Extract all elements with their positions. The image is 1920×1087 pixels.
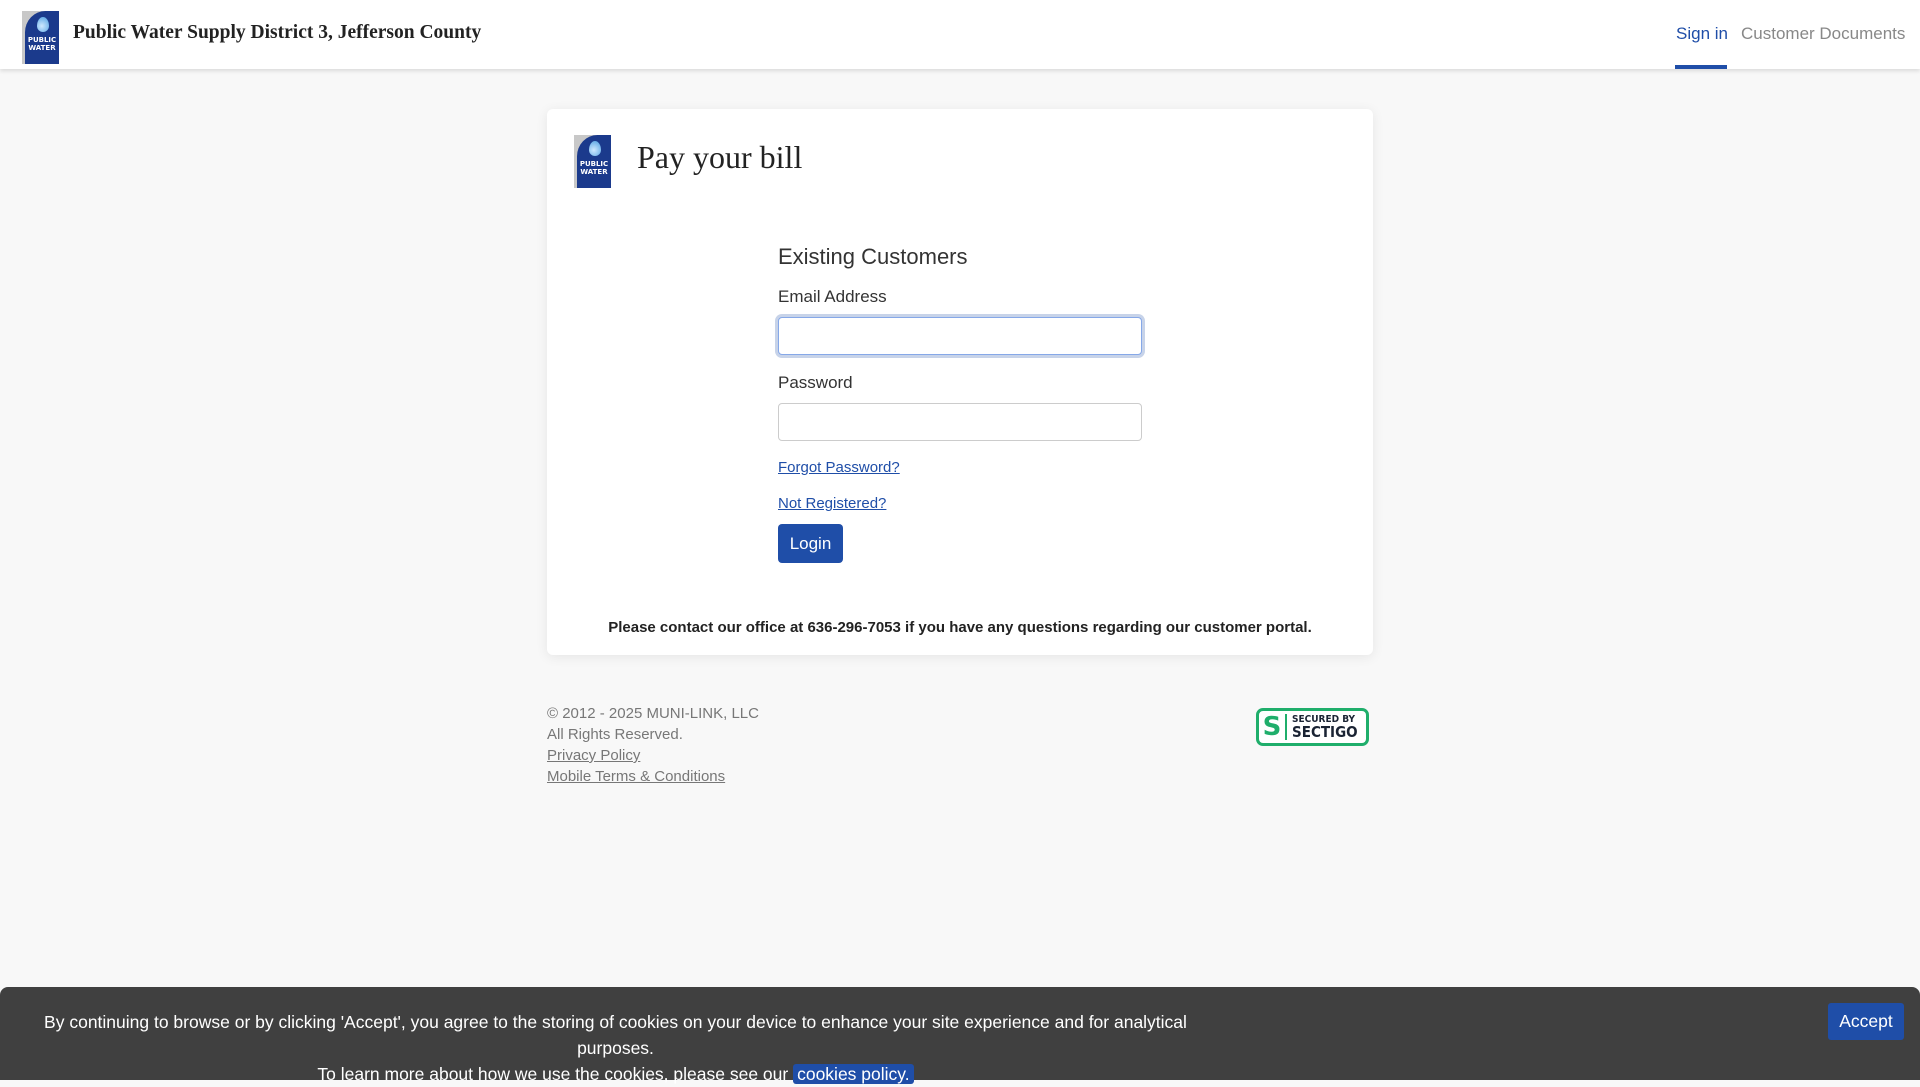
password-field[interactable]: [778, 403, 1142, 441]
water-drop-icon: [588, 141, 601, 156]
email-label: Email Address: [778, 287, 887, 306]
active-nav-indicator: [1675, 65, 1727, 69]
top-navbar: PUBLIC WATER Public Water Supply District…: [0, 0, 1920, 69]
cookies-policy-link[interactable]: cookies policy.: [793, 1064, 914, 1084]
cookie-message-2: To learn more about how we use the cooki…: [317, 1064, 789, 1084]
login-card: PUBLIC WATER Pay your bill Existing Custo…: [547, 109, 1373, 655]
nav-customer-documents[interactable]: Customer Documents: [1741, 24, 1905, 44]
contact-notice: Please contact our office at 636-296-705…: [608, 619, 1312, 636]
not-registered-link[interactable]: Not Registered?: [778, 495, 886, 512]
accept-cookies-button[interactable]: Accept: [1828, 1003, 1904, 1040]
forgot-password-link[interactable]: Forgot Password?: [778, 459, 900, 476]
sectigo-icon: S: [1259, 714, 1287, 740]
nav-sign-in[interactable]: Sign in: [1676, 24, 1728, 44]
email-field[interactable]: [778, 317, 1142, 355]
card-logo: PUBLIC WATER: [574, 135, 611, 188]
cookie-banner: By continuing to browse or by clicking '…: [0, 987, 1920, 1084]
district-logo[interactable]: PUBLIC WATER: [22, 11, 59, 64]
privacy-policy-link[interactable]: Privacy Policy: [547, 747, 640, 764]
password-label: Password: [778, 373, 853, 392]
page-title: Pay your bill: [637, 139, 803, 175]
water-drop-icon: [36, 17, 49, 32]
section-title: Existing Customers: [778, 244, 968, 269]
login-button[interactable]: Login: [778, 524, 843, 563]
copyright: © 2012 - 2025 MUNI-LINK, LLC: [547, 705, 759, 722]
site-title[interactable]: Public Water Supply District 3, Jefferso…: [73, 22, 481, 44]
sectigo-badge[interactable]: S SECURED BY SECTIGO: [1256, 708, 1369, 746]
cookie-message: By continuing to browse or by clicking '…: [44, 1012, 1187, 1058]
terms-link[interactable]: Mobile Terms & Conditions: [547, 768, 725, 785]
rights: All Rights Reserved.: [547, 726, 683, 743]
